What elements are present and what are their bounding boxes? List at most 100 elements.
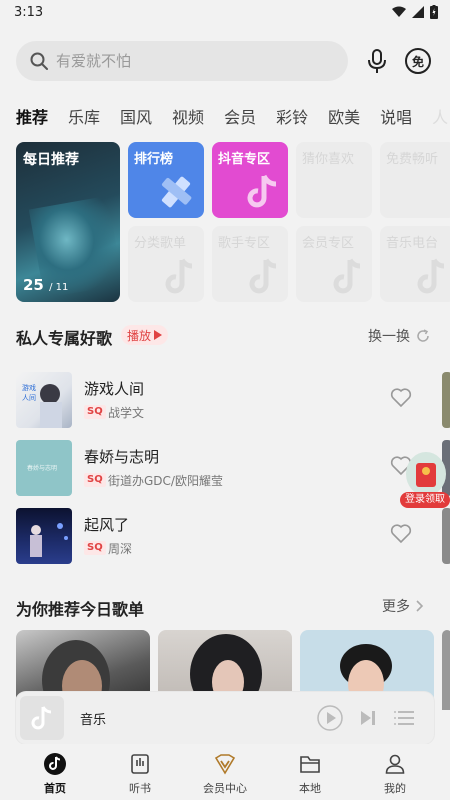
svg-text:游戏: 游戏 xyxy=(22,383,36,392)
tile-free-label: 免费畅听 xyxy=(386,152,439,167)
tile-charts[interactable]: 排行榜 xyxy=(128,142,204,218)
tile-category-label: 分类歌单 xyxy=(134,236,187,251)
song-row[interactable]: 游戏 人间 游戏人间 SQ 战学文 xyxy=(16,372,416,428)
category-tabs: 推荐 乐库 国风 视频 会员 彩铃 欧美 说唱 人 xyxy=(16,104,450,130)
tile-guess-label: 猜你喜欢 xyxy=(302,152,355,167)
nav-audiobook[interactable]: 听书 xyxy=(105,752,175,796)
heart-icon[interactable] xyxy=(390,524,412,544)
chart-icon xyxy=(161,176,192,208)
sq-badge: SQ xyxy=(84,473,106,487)
tab-western[interactable]: 欧美 xyxy=(328,104,360,130)
more-playlists-button[interactable]: 更多 xyxy=(382,596,424,616)
red-envelope-icon xyxy=(406,452,446,496)
song-artist: 街道办GDC/欧阳耀莹 xyxy=(108,474,223,488)
bottom-navigation: 首页 听书 会员中心 本地 我的 xyxy=(0,744,450,800)
nav-local[interactable]: 本地 xyxy=(275,752,345,796)
tab-ringtone[interactable]: 彩铃 xyxy=(276,104,308,130)
tab-library[interactable]: 乐库 xyxy=(68,104,100,130)
sq-badge: SQ xyxy=(84,541,106,555)
free-listen-button[interactable]: 免 xyxy=(405,48,431,74)
svg-text:春娇与志明: 春娇与志明 xyxy=(27,464,57,472)
playlist-card-preview xyxy=(442,630,450,710)
user-icon xyxy=(385,754,405,774)
tile-douyin[interactable]: 抖音专区 xyxy=(212,142,288,218)
tile-guess-you-like[interactable]: 猜你喜欢 xyxy=(296,142,372,218)
next-page-preview xyxy=(442,372,450,428)
status-time: 3:13 xyxy=(14,5,44,20)
folder-icon xyxy=(300,756,320,773)
tab-vip[interactable]: 会员 xyxy=(224,104,256,130)
login-gift-label: 登录领取 xyxy=(400,492,450,508)
status-bar: 3:13 xyxy=(0,0,450,26)
wifi-icon xyxy=(392,6,406,17)
refresh-button[interactable]: 换一换 xyxy=(368,326,430,346)
nav-home[interactable]: 首页 xyxy=(20,752,90,796)
search-input[interactable] xyxy=(56,52,316,70)
nav-vip-label: 会员中心 xyxy=(203,782,247,795)
tile-charts-label: 排行榜 xyxy=(134,152,174,167)
daily-recommend-label: 每日推荐 xyxy=(23,152,79,168)
signal-icon xyxy=(412,6,424,18)
play-icon xyxy=(154,330,163,340)
more-label: 更多 xyxy=(382,599,410,615)
home-disc-icon xyxy=(44,753,66,775)
tile-vip-zone[interactable]: 会员专区 xyxy=(296,226,372,302)
song-artist: 周深 xyxy=(108,542,133,556)
tab-chinese-style[interactable]: 国风 xyxy=(120,104,152,130)
play-all-label: 播放 xyxy=(127,328,152,343)
nav-vip-center[interactable]: 会员中心 xyxy=(190,752,260,796)
music-note-icon xyxy=(165,258,193,294)
daily-recommend-card[interactable]: 每日推荐 25 / 11 xyxy=(16,142,120,302)
svg-text:人间: 人间 xyxy=(22,394,36,402)
song-row[interactable]: 起风了 SQ 周深 xyxy=(16,508,416,564)
song-title: 游戏人间 xyxy=(84,380,145,398)
private-section-title: 私人专属好歌 xyxy=(16,329,113,348)
book-icon xyxy=(131,754,149,774)
music-note-icon xyxy=(333,258,361,294)
tab-rap[interactable]: 说唱 xyxy=(380,104,412,130)
status-icons xyxy=(392,5,438,19)
next-page-preview xyxy=(442,508,450,564)
playlists-section-title: 为你推荐今日歌单 xyxy=(16,600,145,619)
search-bar[interactable] xyxy=(16,41,348,81)
tile-radio-label: 音乐电台 xyxy=(386,236,439,251)
tile-radio[interactable]: 音乐电台 xyxy=(380,226,450,302)
tile-singers-label: 歌手专区 xyxy=(218,236,271,251)
search-icon xyxy=(30,52,48,70)
free-label: 免 xyxy=(411,54,424,69)
play-all-button[interactable]: 播放 xyxy=(121,325,169,345)
mini-player[interactable]: 音乐 xyxy=(16,692,434,744)
tab-video[interactable]: 视频 xyxy=(172,104,204,130)
nav-home-label: 首页 xyxy=(44,782,66,795)
song-cover xyxy=(16,508,72,564)
player-artwork xyxy=(20,696,64,740)
tile-free-listen[interactable]: 免费畅听 xyxy=(380,142,450,218)
refresh-label: 换一换 xyxy=(368,329,410,345)
song-row[interactable]: 春娇与志明 春娇与志明 SQ 街道办GDC/欧阳耀莹 xyxy=(16,440,416,496)
nav-audiobook-label: 听书 xyxy=(129,782,151,795)
song-cover: 春娇与志明 xyxy=(16,440,72,496)
chevron-right-icon xyxy=(416,600,424,612)
music-note-icon xyxy=(249,258,277,294)
music-note-icon xyxy=(247,174,277,208)
song-title: 春娇与志明 xyxy=(84,448,160,466)
tab-recommend[interactable]: 推荐 xyxy=(16,104,48,130)
vip-icon xyxy=(214,754,236,775)
microphone-icon[interactable] xyxy=(365,48,389,74)
play-icon[interactable] xyxy=(316,704,344,732)
nav-local-label: 本地 xyxy=(299,782,321,795)
refresh-icon xyxy=(417,329,429,342)
login-gift-widget[interactable]: 登录领取 xyxy=(400,452,450,512)
song-cover: 游戏 人间 xyxy=(16,372,72,428)
song-artist: 战学文 xyxy=(108,406,145,420)
sq-badge: SQ xyxy=(84,405,106,419)
tile-singers[interactable]: 歌手专区 xyxy=(212,226,288,302)
playlist-queue-icon[interactable] xyxy=(394,710,414,726)
tab-more[interactable]: 人 xyxy=(432,104,448,130)
daily-date: 25 / 11 xyxy=(23,276,69,294)
tile-category-playlists[interactable]: 分类歌单 xyxy=(128,226,204,302)
next-track-icon[interactable] xyxy=(360,710,376,726)
heart-icon[interactable] xyxy=(390,388,412,408)
nav-mine[interactable]: 我的 xyxy=(360,752,430,796)
battery-icon xyxy=(430,5,438,19)
